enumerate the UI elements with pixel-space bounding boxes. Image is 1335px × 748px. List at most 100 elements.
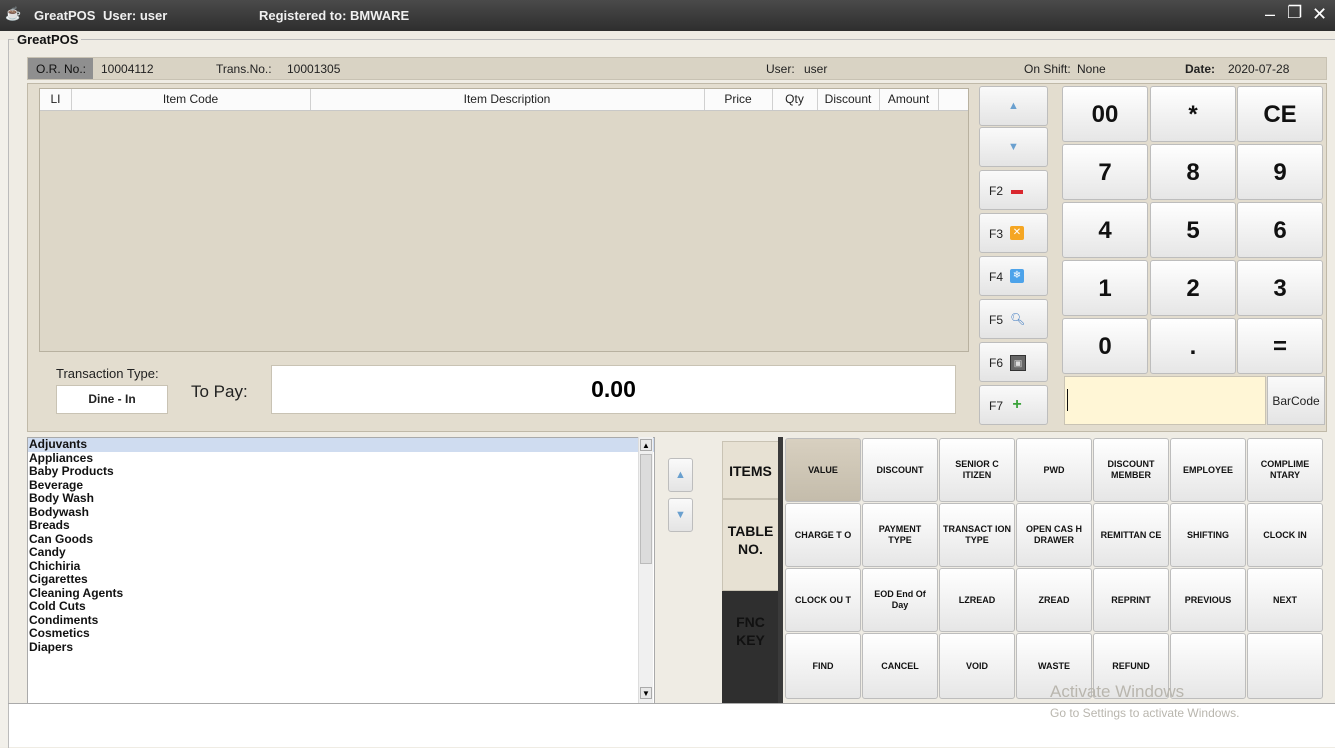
cancel-button[interactable]: CANCEL [862, 633, 938, 699]
payment-type-button[interactable]: PAYMENT TYPE [862, 503, 938, 567]
zread-button[interactable]: ZREAD [1016, 568, 1092, 632]
clock-in-button[interactable]: CLOCK IN [1247, 503, 1323, 567]
list-item[interactable]: Appliances [28, 451, 654, 466]
category-up-button[interactable]: ▲ [668, 458, 693, 492]
transaction-type-button[interactable]: TRANSACT ION TYPE [939, 503, 1015, 567]
f2-label: F2 [989, 184, 1004, 198]
col-discount[interactable]: Discount [817, 89, 880, 110]
to-pay-amount: 0.00 [271, 365, 956, 414]
list-item[interactable]: Cigarettes [28, 572, 654, 587]
pwd-button[interactable]: PWD [1016, 438, 1092, 502]
list-item[interactable]: Cleaning Agents [28, 586, 654, 601]
list-item[interactable]: Baby Products [28, 464, 654, 479]
col-item-code[interactable]: Item Code [71, 89, 311, 110]
col-qty[interactable]: Qty [772, 89, 818, 110]
void-button[interactable]: VOID [939, 633, 1015, 699]
value-button[interactable]: VALUE [785, 438, 861, 502]
scroll-up-button[interactable]: ▲ [979, 86, 1048, 126]
f7-button[interactable]: F7 + [979, 385, 1048, 425]
tab-table-label-2: NO. [738, 541, 763, 557]
employee-button[interactable]: EMPLOYEE [1170, 438, 1246, 502]
tab-items[interactable]: ITEMS [722, 441, 779, 499]
frame-label: GreatPOS [14, 32, 82, 47]
list-item[interactable]: Body Wash [28, 491, 654, 506]
list-item[interactable]: Cold Cuts [28, 599, 654, 614]
numpad-4[interactable]: 4 [1062, 202, 1148, 258]
list-item[interactable]: Diapers [28, 640, 654, 655]
numpad-1[interactable]: 1 [1062, 260, 1148, 316]
numpad-7[interactable]: 7 [1062, 144, 1148, 200]
eod-button[interactable]: EOD End Of Day [862, 568, 938, 632]
minimize-icon[interactable]: – [1265, 4, 1275, 25]
transaction-type-value[interactable]: Dine - In [56, 385, 168, 414]
charge-to-button[interactable]: CHARGE T O [785, 503, 861, 567]
numpad-decimal[interactable]: . [1150, 318, 1236, 374]
previous-button[interactable]: PREVIOUS [1170, 568, 1246, 632]
discount-member-button[interactable]: DISCOUNT MEMBER [1093, 438, 1169, 502]
trans-number: 10001305 [287, 62, 341, 76]
numpad-0[interactable]: 0 [1062, 318, 1148, 374]
numpad-2[interactable]: 2 [1150, 260, 1236, 316]
plus-icon: + [1012, 396, 1022, 413]
list-item[interactable]: Cosmetics [28, 626, 654, 641]
scroll-down-button[interactable]: ▼ [979, 127, 1048, 167]
list-item[interactable]: Candy [28, 545, 654, 560]
numpad-00[interactable]: 00 [1062, 86, 1148, 142]
find-button[interactable]: FIND [785, 633, 861, 699]
numpad: 00 * CE 7 8 9 4 5 6 1 2 3 0 . = [1062, 84, 1325, 374]
numpad-8[interactable]: 8 [1150, 144, 1236, 200]
barcode-button[interactable]: BarCode [1267, 376, 1325, 425]
shifting-button[interactable]: SHIFTING [1170, 503, 1246, 567]
list-item[interactable]: Bodywash [28, 505, 654, 520]
numpad-6[interactable]: 6 [1237, 202, 1323, 258]
numpad-3[interactable]: 3 [1237, 260, 1323, 316]
next-button[interactable]: NEXT [1247, 568, 1323, 632]
numpad-9[interactable]: 9 [1237, 144, 1323, 200]
scroll-down-arrow-icon[interactable]: ▼ [640, 687, 652, 699]
numpad-5[interactable]: 5 [1150, 202, 1236, 258]
tab-fnc-key[interactable]: FNC KEY [722, 591, 779, 703]
col-item-description[interactable]: Item Description [310, 89, 705, 110]
title-bar: ☕ GreatPOS User: user Registered to: BMW… [0, 0, 1335, 31]
f3-button[interactable]: F3 ✕ [979, 213, 1048, 253]
remittance-button[interactable]: REMITTAN CE [1093, 503, 1169, 567]
senior-citizen-button[interactable]: SENIOR C ITIZEN [939, 438, 1015, 502]
numpad-ce[interactable]: CE [1237, 86, 1323, 142]
clock-out-button[interactable]: CLOCK OU T [785, 568, 861, 632]
list-item[interactable]: Adjuvants [28, 438, 654, 452]
list-item[interactable]: Chichiria [28, 559, 654, 574]
tab-table-no[interactable]: TABLE NO. [722, 499, 779, 591]
col-price[interactable]: Price [704, 89, 773, 110]
category-down-button[interactable]: ▼ [668, 498, 693, 532]
f6-button[interactable]: F6 ▣ [979, 342, 1048, 382]
blank-button-2[interactable] [1247, 633, 1323, 699]
restore-icon[interactable]: ❐ [1287, 3, 1302, 23]
f4-button[interactable]: F4 ❄ [979, 256, 1048, 296]
minus-icon [1010, 183, 1024, 197]
col-li[interactable]: LI [40, 89, 72, 110]
complimentary-button[interactable]: COMPLIME NTARY [1247, 438, 1323, 502]
category-scrollbar[interactable]: ▲ ▼ [638, 437, 653, 703]
items-grid[interactable]: LI Item Code Item Description Price Qty … [39, 88, 969, 352]
f2-button[interactable]: F2 [979, 170, 1048, 210]
grid-header: LI Item Code Item Description Price Qty … [40, 89, 968, 111]
open-cash-drawer-button[interactable]: OPEN CAS H DRAWER [1016, 503, 1092, 567]
reprint-button[interactable]: REPRINT [1093, 568, 1169, 632]
list-item[interactable]: Beverage [28, 478, 654, 493]
f5-button[interactable]: F5 🔍︎ [979, 299, 1048, 339]
numpad-multiply[interactable]: * [1150, 86, 1236, 142]
col-amount[interactable]: Amount [879, 89, 939, 110]
category-list[interactable]: Adjuvants Appliances Baby Products Bever… [27, 437, 655, 705]
user-label: User: [766, 62, 795, 76]
numpad-equals[interactable]: = [1237, 318, 1323, 374]
scroll-thumb[interactable] [640, 454, 652, 564]
left-splitter[interactable] [0, 40, 8, 747]
lzread-button[interactable]: LZREAD [939, 568, 1015, 632]
close-icon[interactable]: ✕ [1312, 4, 1327, 25]
list-item[interactable]: Breads [28, 518, 654, 533]
scroll-up-arrow-icon[interactable]: ▲ [640, 439, 652, 451]
barcode-input[interactable] [1064, 376, 1266, 425]
discount-button[interactable]: DISCOUNT [862, 438, 938, 502]
list-item[interactable]: Can Goods [28, 532, 654, 547]
list-item[interactable]: Condiments [28, 613, 654, 628]
